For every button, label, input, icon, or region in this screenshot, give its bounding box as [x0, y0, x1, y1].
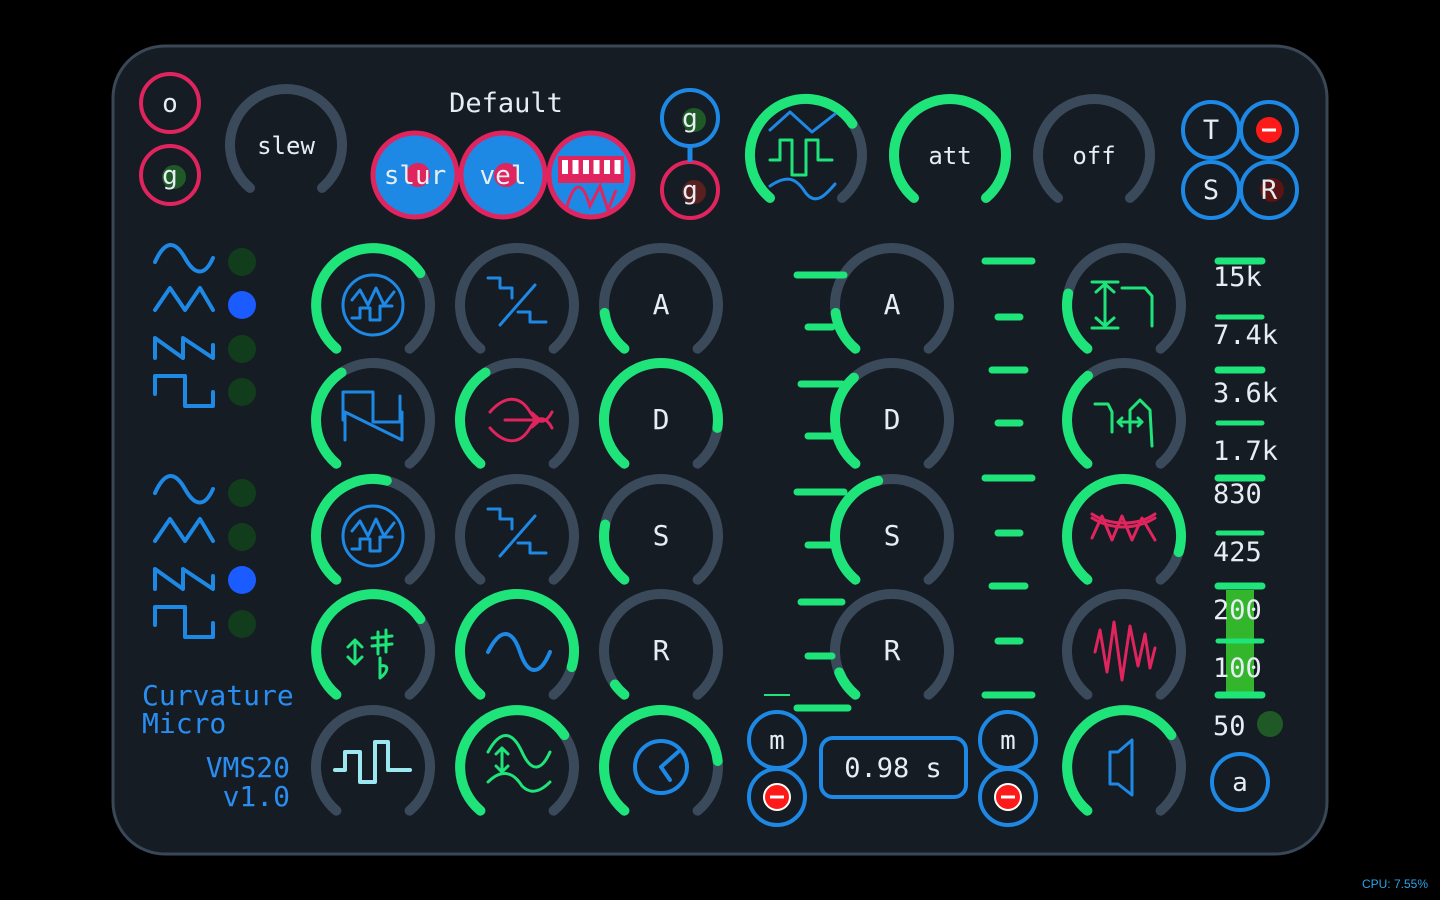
spectrum-freq-label: 50	[1213, 711, 1246, 742]
spectrum-freq-label: 1.7k	[1213, 436, 1278, 467]
knob-label: S	[653, 519, 670, 552]
r-button-label: R	[1261, 175, 1278, 206]
spectrum-freq-label: 830	[1213, 479, 1262, 510]
cpu-meter: CPU: 7.55%	[1361, 877, 1428, 891]
version-label: v1.0	[223, 780, 290, 813]
gate-button-left-label: g	[162, 161, 178, 191]
gate-button-top-label: g	[682, 104, 698, 134]
knob-label: D	[884, 403, 901, 436]
spectrum-freq-label: 3.6k	[1213, 378, 1278, 409]
knob-label: D	[653, 403, 670, 436]
spectrum-freq-label: 15k	[1213, 262, 1262, 293]
vel-button[interactable]: vel	[458, 130, 548, 220]
spectrum-freq-label: 7.4k	[1213, 320, 1278, 351]
spectrum-led	[1257, 711, 1283, 737]
t-button-label: T	[1203, 115, 1219, 146]
osc1-wave-led[interactable]	[228, 291, 256, 319]
knob-label: R	[653, 634, 670, 667]
knob-label: A	[884, 288, 901, 321]
osc1-wave-led[interactable]	[228, 248, 256, 276]
knob-label: A	[653, 288, 670, 321]
osc2-wave-led[interactable]	[228, 523, 256, 551]
osc1-wave-led[interactable]	[228, 335, 256, 363]
knob-label: S	[884, 519, 901, 552]
gate-button-bottom-label: g	[682, 176, 698, 206]
knob-label: R	[884, 634, 901, 667]
mute-button-2-label: m	[1000, 726, 1016, 756]
slur-button[interactable]: slur	[370, 130, 460, 220]
spectrum-freq-label: 425	[1213, 537, 1262, 568]
osc2-wave-led[interactable]	[228, 610, 256, 638]
osc2-wave-led[interactable]	[228, 566, 256, 594]
brand-line2: Micro	[142, 707, 226, 740]
spectrum-freq-label: 100	[1213, 653, 1262, 684]
osc2-wave-led[interactable]	[228, 479, 256, 507]
knob-label: att	[928, 142, 971, 170]
mute-button-1-label: m	[769, 726, 785, 756]
time-readout: 0.98 s	[844, 753, 942, 784]
spectrum-freq-label: 200	[1213, 595, 1262, 626]
o-button-label: o	[162, 89, 178, 119]
preset-name[interactable]: Default	[449, 88, 563, 119]
vel-button-label: vel	[480, 161, 527, 191]
s-button-label: S	[1203, 175, 1219, 206]
osc1-wave-led[interactable]	[228, 378, 256, 406]
a-button-label: a	[1232, 768, 1248, 798]
synth-module-canvas: slew att offADSRADSRogggslur velTS Rm ma15k7.…	[111, 44, 1329, 856]
keyboard-button[interactable]	[546, 130, 636, 220]
knob-label: off	[1072, 142, 1115, 170]
knob-label: slew	[257, 132, 315, 160]
slur-button-label: slur	[384, 161, 447, 191]
